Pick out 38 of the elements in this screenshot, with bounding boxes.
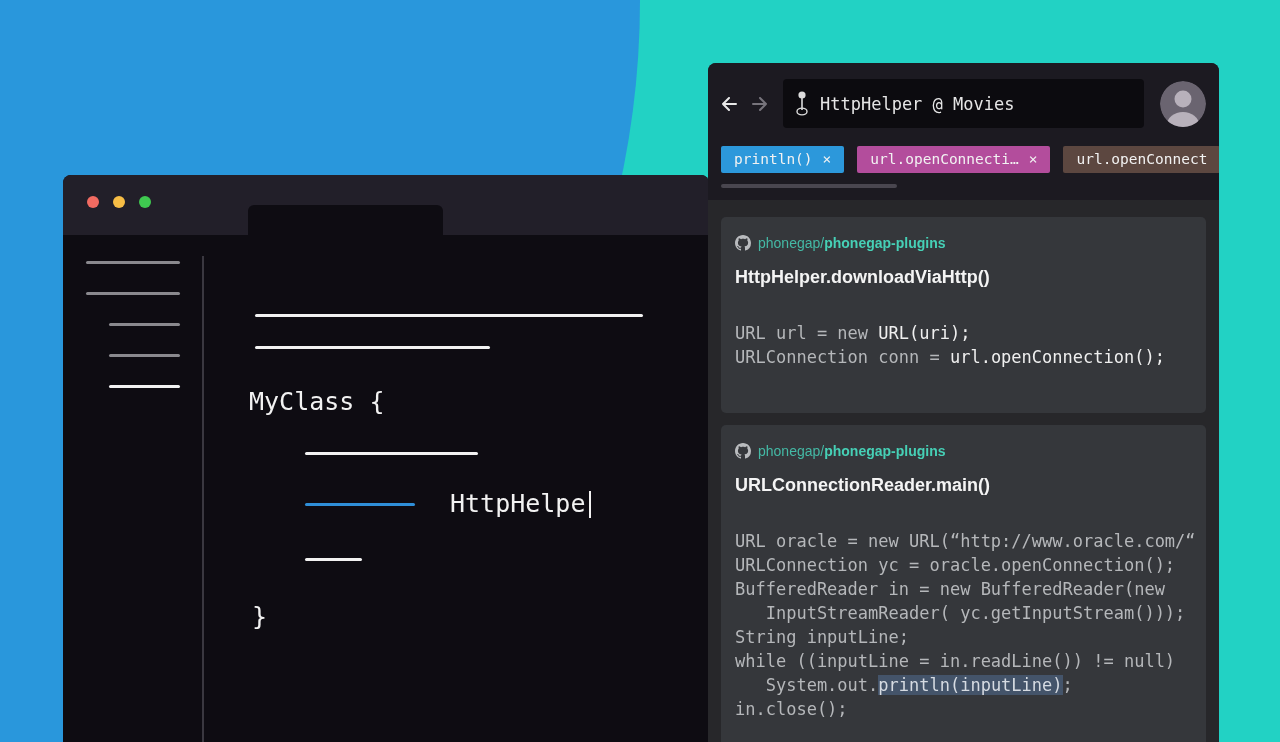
maximize-window-dot-icon[interactable] <box>139 196 151 208</box>
tab-close-button[interactable]: × <box>1028 146 1038 173</box>
code-line: String inputLine; <box>735 626 910 649</box>
avatar-icon[interactable] <box>1160 80 1206 127</box>
placeholder-code-line <box>305 558 362 561</box>
code-line: in.close(); <box>735 698 849 721</box>
code-text: } <box>252 602 268 632</box>
close-window-dot-icon[interactable] <box>87 196 99 208</box>
text-cursor <box>589 490 592 518</box>
minimize-window-dot-icon[interactable] <box>113 196 125 208</box>
code-line: URLConnection yc = oracle.openConnection(); <box>735 554 1177 577</box>
code-text: MyClass { <box>249 387 385 417</box>
sidebar-item[interactable] <box>86 261 180 264</box>
github-icon <box>735 443 751 459</box>
code-line: while ((inputLine = in.readLine()) != null) <box>735 650 1177 673</box>
right-arrow-icon <box>752 96 768 111</box>
result-title: HttpHelper.downloadViaHttp() <box>735 266 991 289</box>
code-line: InputStreamReader( yc.getInputStream())); <box>764 602 1187 625</box>
query-tab[interactable]: url.openConnect <box>1063 146 1219 173</box>
typed-text: HttpHelpe <box>450 489 586 519</box>
sidebar-item[interactable] <box>109 323 180 326</box>
horizontal-scrollbar[interactable] <box>721 184 897 188</box>
code-line: URL oracle = new URL(“http://www.oracle.com/“ <box>735 530 1197 553</box>
left-arrow-icon <box>721 96 737 111</box>
repository-link[interactable]: phonegap/phonegap-plugins <box>758 443 946 459</box>
sidebar-item[interactable] <box>109 354 180 357</box>
code-line: URLConnection conn = url.openConnection(); <box>735 346 1166 369</box>
sidebar-item[interactable] <box>109 385 180 388</box>
github-icon <box>735 235 751 251</box>
pin-icon <box>796 91 808 116</box>
sidebar-item[interactable] <box>86 292 180 295</box>
repository-link[interactable]: phonegap/phonegap-plugins <box>758 235 946 251</box>
search-field[interactable]: HttpHelper @ Movies <box>783 79 1144 128</box>
code-line: URL url = new URL(uri); <box>735 322 972 345</box>
query-tab[interactable]: url.openConnecti… × <box>857 146 1051 173</box>
result-title: URLConnectionReader.main() <box>735 474 992 497</box>
back-button[interactable] <box>721 96 737 111</box>
code-line: BufferedReader in = new BufferedReader(new <box>735 578 1166 601</box>
